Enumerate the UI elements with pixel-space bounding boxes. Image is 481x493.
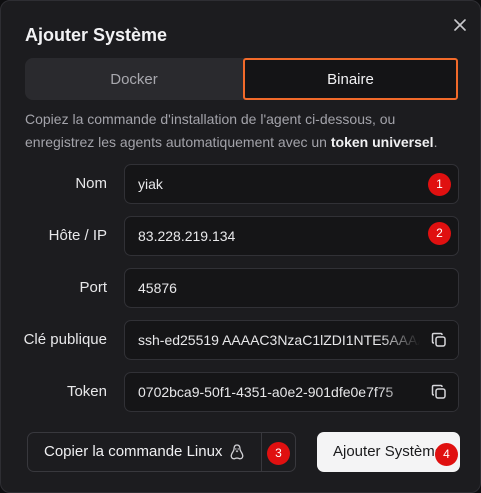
tab-binaire[interactable]: Binaire bbox=[243, 58, 458, 100]
tab-docker[interactable]: Docker bbox=[25, 58, 243, 100]
name-label: Nom bbox=[75, 175, 107, 192]
name-input[interactable]: yiak bbox=[124, 164, 459, 204]
close-button[interactable] bbox=[450, 15, 470, 35]
instructions-text: Copiez la commande d'installation de l'a… bbox=[25, 108, 465, 154]
host-input[interactable]: 83.228.219.134 bbox=[124, 216, 459, 256]
public-key-field[interactable]: ssh-ed25519 AAAAC3NzaC1lZDI1NTE5AAAA bbox=[124, 320, 459, 360]
text-fade bbox=[380, 321, 420, 359]
copy-linux-command-button[interactable]: Copier la commande Linux bbox=[27, 432, 296, 472]
port-input[interactable]: 45876 bbox=[124, 268, 459, 308]
add-system-dialog: Ajouter Système Docker Binaire Copiez la… bbox=[0, 0, 481, 493]
universal-token-link[interactable]: token universel bbox=[331, 134, 434, 150]
close-icon bbox=[454, 19, 466, 31]
port-label: Port bbox=[79, 279, 107, 296]
annotation-badge-3: 3 bbox=[267, 442, 290, 465]
public-key-label: Clé publique bbox=[23, 331, 107, 348]
linux-penguin-icon bbox=[230, 444, 244, 460]
annotation-badge-4: 4 bbox=[435, 443, 458, 466]
install-method-tabs: Docker Binaire bbox=[25, 58, 458, 100]
token-field[interactable]: 0702bca9-50f1-4351-a0e2-901dfe0e7f75 bbox=[124, 372, 459, 412]
annotation-badge-1: 1 bbox=[428, 173, 451, 196]
token-label: Token bbox=[66, 383, 107, 400]
copy-icon bbox=[431, 332, 446, 347]
host-value: 83.228.219.134 bbox=[138, 228, 236, 244]
name-value: yiak bbox=[138, 176, 163, 192]
annotation-badge-2: 2 bbox=[428, 222, 451, 245]
dialog-title: Ajouter Système bbox=[25, 25, 168, 45]
token-value: 0702bca9-50f1-4351-a0e2-901dfe0e7f75 bbox=[138, 384, 394, 400]
copy-token-button[interactable] bbox=[420, 373, 458, 411]
copy-public-key-button[interactable] bbox=[420, 321, 458, 359]
port-value: 45876 bbox=[138, 280, 177, 296]
copy-icon bbox=[431, 384, 446, 399]
host-label: Hôte / IP bbox=[48, 227, 107, 244]
text-fade bbox=[380, 373, 420, 411]
copy-linux-command-label: Copier la commande Linux bbox=[44, 443, 223, 460]
instructions-end: . bbox=[433, 134, 438, 150]
